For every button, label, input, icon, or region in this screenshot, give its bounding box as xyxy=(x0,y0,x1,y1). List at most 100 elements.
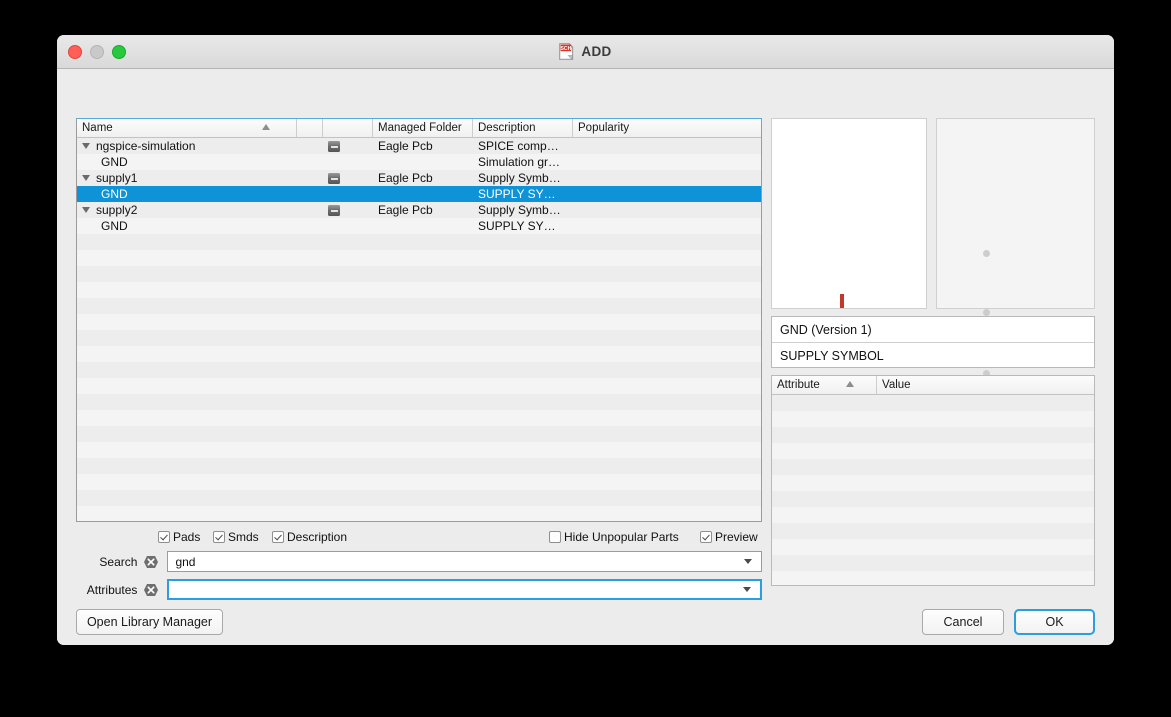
checkbox-smds-label: Smds xyxy=(228,530,259,544)
checkbox-preview-box[interactable] xyxy=(700,531,712,543)
table-row-empty xyxy=(77,410,761,426)
preview-splitter-handle-horizontal[interactable] xyxy=(983,309,990,316)
checkbox-hide-unpopular-parts[interactable]: Hide Unpopular Parts xyxy=(549,530,679,544)
tree-row-name: GND xyxy=(77,154,297,170)
tree-row-managed-folder: Eagle Pcb xyxy=(378,139,433,153)
tree-row-managed-folder xyxy=(373,186,473,202)
table-row-empty xyxy=(77,330,761,346)
attributes-table-row-empty xyxy=(772,475,1094,491)
attributes-table-row-empty xyxy=(772,395,1094,411)
part-info-description: SUPPLY SYMBOL xyxy=(780,349,884,363)
tree-row-managed-folder: Eagle Pcb xyxy=(378,203,433,217)
clear-search-icon[interactable] xyxy=(143,555,159,569)
checkbox-smds[interactable]: Smds xyxy=(213,530,259,544)
table-row-empty xyxy=(77,282,761,298)
chevron-down-icon[interactable] xyxy=(82,207,90,213)
tree-row-spacer xyxy=(297,186,323,202)
table-row-empty xyxy=(77,442,761,458)
minimize-window-button[interactable] xyxy=(90,45,104,59)
tree-row-name-label: ngspice-simulation xyxy=(96,139,196,153)
library-drawer-icon xyxy=(328,172,340,184)
tree-row-popularity xyxy=(573,170,761,186)
attributes-table-panel[interactable]: Attribute Value xyxy=(771,375,1095,586)
table-row-empty xyxy=(77,346,761,362)
attributes-table-row-empty xyxy=(772,539,1094,555)
checkbox-pads-box[interactable] xyxy=(158,531,170,543)
tree-row-library-cell xyxy=(323,202,373,218)
search-input-value[interactable]: gnd xyxy=(168,555,744,569)
table-row[interactable]: supply2 Eagle Pcb Supply Symb… xyxy=(77,202,761,218)
checkbox-hide-unpopular-parts-box[interactable] xyxy=(549,531,561,543)
tree-row-library-cell xyxy=(323,170,373,186)
tree-row-popularity xyxy=(573,154,761,170)
tree-row-name-label: supply2 xyxy=(96,203,138,217)
column-header-value[interactable]: Value xyxy=(877,376,1094,394)
chevron-down-icon[interactable] xyxy=(743,587,751,592)
window-title: ADD xyxy=(581,44,612,59)
checkbox-smds-box[interactable] xyxy=(213,531,225,543)
attributes-input[interactable] xyxy=(167,579,762,600)
tree-row-library-cell xyxy=(323,218,373,234)
attributes-table-row-empty xyxy=(772,443,1094,459)
search-label: Search xyxy=(99,554,138,569)
preview-splitter-handle-vertical[interactable] xyxy=(983,250,990,257)
tree-row-spacer xyxy=(297,218,323,234)
chevron-down-icon[interactable] xyxy=(744,559,752,564)
table-row-empty xyxy=(77,314,761,330)
checkbox-pads-label: Pads xyxy=(173,530,201,544)
search-input[interactable]: gnd xyxy=(167,551,762,572)
column-header-popularity[interactable]: Popularity xyxy=(573,119,761,137)
column-header-description[interactable]: Description xyxy=(473,119,573,137)
checkbox-preview[interactable]: Preview xyxy=(700,530,758,544)
sort-ascending-icon xyxy=(262,124,270,130)
cancel-button[interactable]: Cancel xyxy=(922,609,1004,635)
column-header-blank[interactable] xyxy=(297,119,323,137)
library-tree-header: Name Managed Folder Description Populari… xyxy=(77,119,761,138)
column-header-name[interactable]: Name xyxy=(77,119,297,137)
attributes-table-row-empty xyxy=(772,427,1094,443)
part-info-title: GND (Version 1) xyxy=(772,317,1094,343)
attributes-table-row-empty xyxy=(772,491,1094,507)
close-window-button[interactable] xyxy=(68,45,82,59)
column-header-value-label: Value xyxy=(882,379,911,391)
table-row-empty xyxy=(77,458,761,474)
tree-row-description: SUPPLY SY… xyxy=(478,187,556,201)
column-header-name-label: Name xyxy=(82,122,113,134)
tree-row-name-label: supply1 xyxy=(96,171,138,185)
checkbox-pads[interactable]: Pads xyxy=(158,530,200,544)
tree-row-name-label: GND xyxy=(101,155,128,169)
checkbox-description[interactable]: Description xyxy=(272,530,347,544)
library-tree-rows: ngspice-simulation Eagle Pcb SPICE comp… GN… xyxy=(77,138,761,521)
ok-button[interactable]: OK xyxy=(1014,609,1095,635)
tree-row-spacer xyxy=(297,170,323,186)
tree-row-name: supply2 xyxy=(77,202,297,218)
table-row-empty xyxy=(77,426,761,442)
attributes-table-row-empty xyxy=(772,459,1094,475)
table-row[interactable]: GND SUPPLY SY… xyxy=(77,218,761,234)
maximize-window-button[interactable] xyxy=(112,45,126,59)
checkbox-description-label: Description xyxy=(287,530,348,544)
symbol-vertical-line xyxy=(840,294,844,308)
table-row[interactable]: GND Simulation gr… xyxy=(77,154,761,170)
svg-text:SCH: SCH xyxy=(561,46,572,52)
chevron-down-icon[interactable] xyxy=(82,143,90,149)
attributes-row: Attributes xyxy=(76,579,762,600)
attributes-table-row-empty xyxy=(772,523,1094,539)
table-row[interactable]: GND SUPPLY SY… xyxy=(77,186,761,202)
checkbox-description-box[interactable] xyxy=(272,531,284,543)
column-header-attribute[interactable]: Attribute xyxy=(772,376,877,394)
clear-attributes-icon[interactable] xyxy=(143,583,159,597)
tree-row-managed-folder xyxy=(373,218,473,234)
library-drawer-icon xyxy=(328,140,340,152)
chevron-down-icon[interactable] xyxy=(82,175,90,181)
column-header-managed-folder[interactable]: Managed Folder xyxy=(373,119,473,137)
table-row[interactable]: supply1 Eagle Pcb Supply Symb… xyxy=(77,170,761,186)
library-tree-panel[interactable]: Name Managed Folder Description Populari… xyxy=(76,118,762,522)
table-row[interactable]: ngspice-simulation Eagle Pcb SPICE comp… xyxy=(77,138,761,154)
tree-row-description: Supply Symb… xyxy=(478,203,561,217)
window-controls xyxy=(68,45,126,59)
open-library-manager-button[interactable]: Open Library Manager xyxy=(76,609,223,635)
table-row-empty xyxy=(77,474,761,490)
tree-row-popularity xyxy=(573,138,761,154)
column-header-lock[interactable] xyxy=(323,119,373,137)
